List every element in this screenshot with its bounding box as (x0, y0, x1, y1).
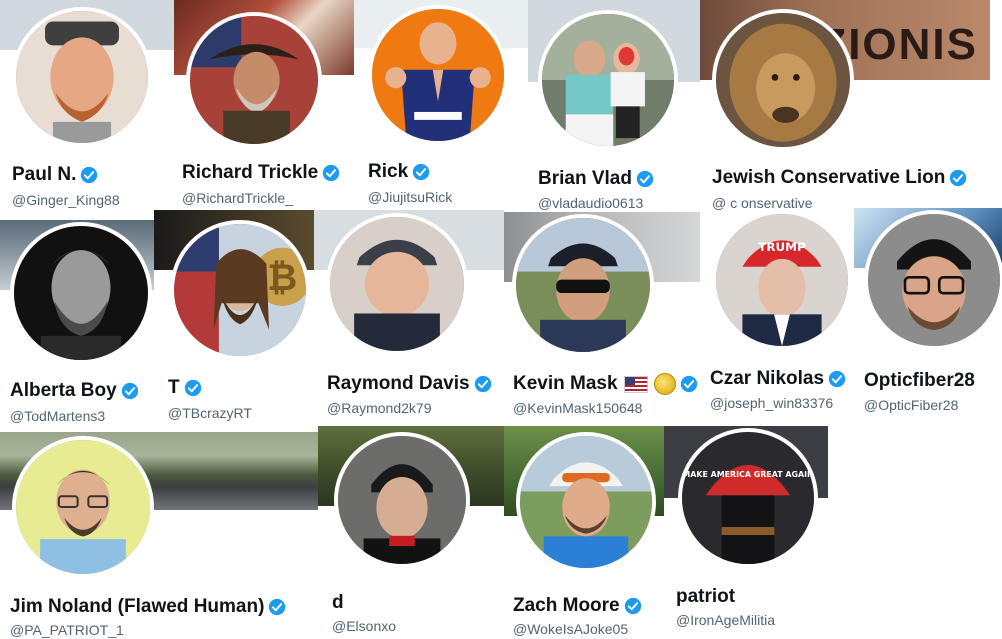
profile-handle-rick[interactable]: @JiujitsuRick (368, 189, 452, 205)
avatar-patriot-image: MAKE AMERICA GREAT AGAIN (682, 432, 814, 564)
profile-handle-czar[interactable]: @joseph_win83376 (710, 395, 833, 411)
profile-name-jim[interactable]: Jim Noland (Flawed Human) (10, 596, 286, 618)
avatar-optic-image (868, 214, 1000, 346)
avatar-jim-image (16, 440, 150, 574)
profile-handle-optic[interactable]: @OpticFiber28 (864, 397, 958, 413)
avatar-raymond-image (330, 217, 464, 351)
profile-name-alberta[interactable]: Alberta Boy (10, 380, 139, 402)
profile-name-optic[interactable]: Opticfiber28 (864, 370, 975, 392)
profile-name-raymond[interactable]: Raymond Davis (327, 373, 492, 395)
avatar-czar-image: TRUMP (716, 214, 848, 346)
us-flag-icon (623, 375, 648, 393)
avatar-t[interactable]: ₿ (170, 220, 310, 360)
avatar-patriot[interactable]: MAKE AMERICA GREAT AGAIN (678, 428, 818, 568)
profile-name-lion[interactable]: Jewish Conservative Lion (712, 167, 967, 189)
avatar-jim[interactable] (12, 436, 154, 578)
avatar-lion-image (716, 13, 850, 147)
profile-handle-lion[interactable]: @ c onservative (712, 195, 813, 211)
avatar-paul[interactable] (12, 7, 152, 147)
profile-handle-raymond[interactable]: @Raymond2k79 (327, 400, 432, 416)
profile-name-paul[interactable]: Paul N. (12, 164, 98, 186)
profile-name-rick[interactable]: Rick (368, 161, 430, 183)
verified-badge-icon (184, 379, 201, 397)
avatar-zach-image (520, 436, 652, 568)
avatar-richard[interactable] (186, 12, 322, 148)
avatar-kevin[interactable] (512, 214, 654, 356)
avatar-zach[interactable] (516, 432, 656, 572)
profile-handle-brian[interactable]: @vladaudio0613 (538, 195, 643, 211)
avatar-lion[interactable] (712, 9, 854, 151)
avatar-brian[interactable] (538, 10, 678, 150)
verified-badge-icon (412, 163, 430, 181)
profile-handle-alberta[interactable]: @TodMartens3 (10, 408, 105, 424)
avatar-rick[interactable] (368, 5, 508, 145)
coin-icon (653, 373, 676, 395)
verified-badge-icon (680, 375, 697, 393)
profile-handle-patriot[interactable]: @IronAgeMilitia (676, 612, 775, 628)
verified-badge-icon (323, 164, 340, 182)
avatar-t-image: ₿ (174, 224, 306, 356)
profile-name-brian[interactable]: Brian Vlad (538, 168, 654, 190)
verified-badge-icon (474, 375, 491, 393)
avatar-rick-image (372, 9, 504, 141)
trump-hat-text: TRUMP (758, 240, 806, 254)
avatar-alberta-image (14, 226, 148, 360)
profile-handle-paul[interactable]: @Ginger_King88 (12, 192, 120, 208)
avatar-paul-image (16, 11, 148, 143)
avatar-richard-image (190, 16, 318, 144)
profile-handle-t[interactable]: @TBcrazyRT (168, 405, 252, 421)
avatar-d[interactable] (334, 432, 470, 568)
profile-handle-kevin[interactable]: @KevinMask150648 (513, 400, 642, 416)
avatar-optic[interactable] (864, 210, 1002, 350)
profile-handle-richard[interactable]: @RichardTrickle_ (182, 190, 293, 206)
profile-handle-zach[interactable]: @WokeIsAJoke05 (513, 621, 628, 637)
profile-name-czar[interactable]: Czar Nikolas (710, 368, 846, 390)
verified-badge-icon (636, 170, 654, 188)
verified-badge-icon (950, 169, 967, 187)
profile-name-zach[interactable]: Zach Moore (513, 595, 642, 617)
verified-badge-icon (269, 598, 286, 616)
verified-badge-icon (81, 166, 98, 184)
verified-badge-icon (624, 597, 641, 615)
profile-handle-jim[interactable]: @PA_PATRIOT_1 (10, 622, 124, 638)
profile-name-kevin[interactable]: Kevin Mask (513, 373, 698, 395)
avatar-d-image (338, 436, 466, 564)
profile-handle-d[interactable]: @Elsonxo (332, 618, 396, 634)
profile-name-richard[interactable]: Richard Trickle (182, 162, 340, 184)
verified-badge-icon (121, 382, 138, 400)
avatar-alberta[interactable] (10, 222, 152, 364)
avatar-raymond[interactable] (326, 213, 468, 355)
avatar-kevin-image (516, 218, 650, 352)
verified-badge-icon (828, 370, 846, 388)
profile-name-d[interactable]: d (332, 592, 344, 614)
avatar-czar[interactable]: TRUMP (712, 210, 852, 350)
bitcoin-icon: ₿ (267, 256, 297, 299)
profile-name-patriot[interactable]: patriot (676, 586, 735, 608)
profile-name-t[interactable]: T (168, 377, 202, 399)
avatar-brian-image (542, 14, 674, 146)
maga-hat-text: MAKE AMERICA GREAT AGAIN (682, 470, 813, 479)
